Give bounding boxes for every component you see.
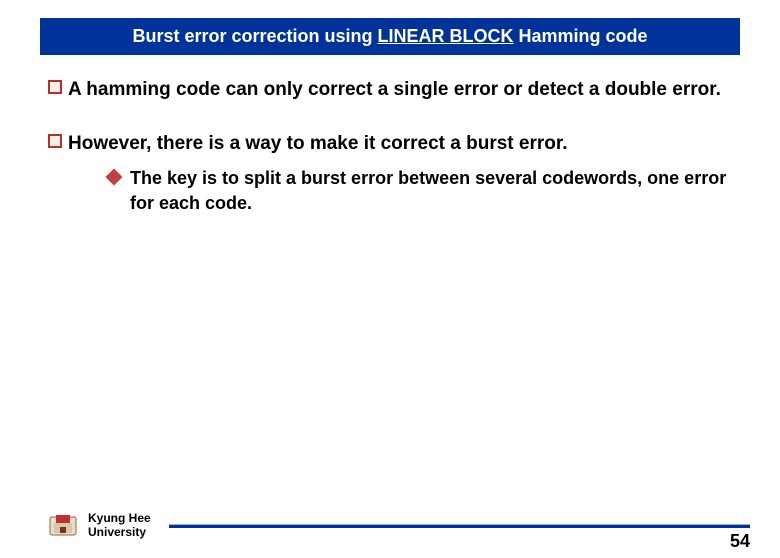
university-name: Kyung Hee University [88, 512, 151, 540]
bullet-text: A hamming code can only correct a single… [68, 77, 721, 103]
square-bullet-icon [48, 134, 62, 148]
diamond-bullet-icon [106, 169, 123, 186]
title-pre: Burst error correction using [132, 26, 377, 46]
bullet-item: However, there is a way to make it corre… [48, 131, 732, 215]
slide-footer: Kyung Hee University [0, 512, 780, 540]
bullet-text: However, there is a way to make it corre… [68, 131, 732, 157]
page-number: 54 [730, 531, 750, 552]
sub-bullet-item: The key is to split a burst error betwee… [108, 166, 732, 215]
bullet-item: A hamming code can only correct a single… [48, 77, 732, 103]
university-line2: University [88, 526, 151, 540]
square-bullet-icon [48, 80, 62, 94]
title-underlined: LINEAR BLOCK [378, 26, 514, 46]
slide-content: A hamming code can only correct a single… [0, 55, 780, 215]
university-line1: Kyung Hee [88, 512, 151, 526]
sub-bullet-text: The key is to split a burst error betwee… [130, 166, 732, 215]
university-logo-icon [48, 513, 78, 539]
title-post: Hamming code [514, 26, 648, 46]
slide-title: Burst error correction using LINEAR BLOC… [40, 18, 740, 55]
footer-divider [169, 524, 750, 528]
